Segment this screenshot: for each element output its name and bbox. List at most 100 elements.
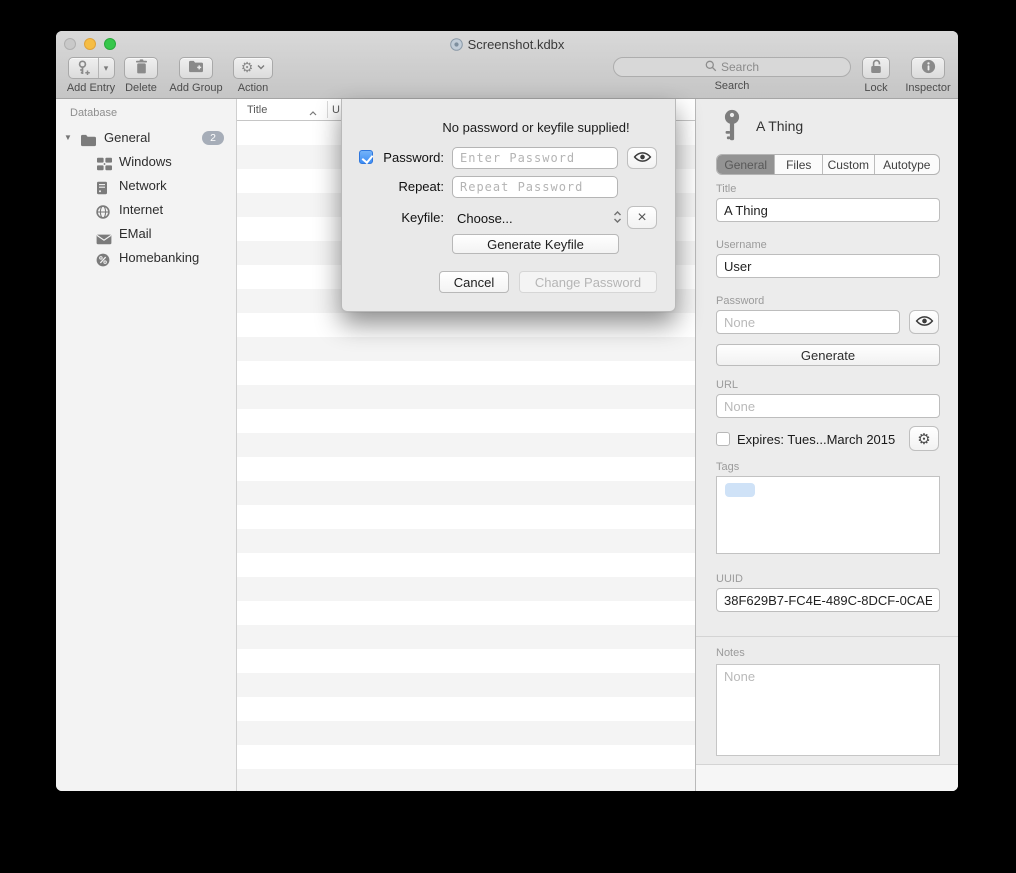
add-group-label: Add Group [169,82,222,94]
tag-token[interactable] [725,483,755,497]
close-x-icon: × [637,210,646,226]
tags-label: Tags [716,461,739,473]
sidebar-item-email[interactable]: EMail [56,222,236,246]
keyfile-selected-value: Choose... [452,211,613,226]
add-entry-button[interactable]: ▾ [68,57,115,79]
action-label: Action [238,82,269,94]
entry-count-badge: 2 [202,131,224,145]
keyfile-popup[interactable]: Choose... [452,207,622,229]
tab-general[interactable]: General [717,155,775,174]
lock-button[interactable] [862,57,890,79]
chevron-down-icon [257,63,265,73]
tags-field[interactable] [716,476,940,554]
reveal-password-button[interactable] [627,147,657,169]
entry-title: A Thing [756,118,803,134]
cancel-button[interactable]: Cancel [439,271,509,293]
gear-icon: ⚙ [917,430,930,448]
search-label: Search [715,80,750,92]
delete-label: Delete [125,82,157,94]
column-header-title[interactable]: Title [247,99,267,121]
expires-label: Expires: Tues...March 2015 [737,432,895,447]
toolbar-search: Search Search [613,57,851,92]
disclosure-triangle-icon[interactable]: ▼ [64,126,72,150]
window-title: Screenshot.kdbx [56,37,958,54]
sidebar-item-windows[interactable]: Windows [56,150,236,174]
sidebar-item-label: Windows [119,150,172,174]
gear-icon: ⚙ [241,60,254,76]
sidebar-item-label: General [104,126,150,150]
toolbar-add-group: Add Group [166,57,226,94]
clear-keyfile-button[interactable]: × [627,206,657,229]
notes-field[interactable] [716,664,940,756]
folder-plus-icon [188,60,204,76]
screenshot-canvas: Screenshot.kdbx ▾ Add Entry [0,0,1016,873]
sidebar: Database ▼ General 2 [56,99,237,791]
keyfile-label: Keyfile: [342,207,444,229]
add-group-button[interactable] [179,57,213,79]
password-input[interactable] [452,147,618,169]
reveal-password-button[interactable] [909,310,939,334]
url-field[interactable] [716,394,940,418]
info-icon [921,59,936,77]
sheet-warning-message: No password or keyfile supplied! [397,120,675,135]
expires-row: Expires: Tues...March 2015 [716,429,895,449]
column-header-username-partial[interactable]: U [332,99,340,121]
uuid-label: UUID [716,573,743,585]
search-input[interactable]: Search [613,57,851,77]
titlebar: Screenshot.kdbx ▾ Add Entry [56,31,958,99]
repeat-label: Repeat: [342,176,444,198]
updown-chevrons-icon [613,210,622,227]
document-icon [450,38,463,54]
title-field-label: Title [716,183,736,195]
sidebar-item-label: EMail [119,222,152,246]
action-button[interactable]: ⚙ [233,57,273,79]
expires-checkbox[interactable] [716,432,730,446]
sidebar-item-label: Network [119,174,167,198]
title-field[interactable] [716,198,940,222]
sidebar-item-internet[interactable]: Internet [56,198,236,222]
expires-settings-button[interactable]: ⚙ [909,426,939,451]
app-window: Screenshot.kdbx ▾ Add Entry [56,31,958,791]
url-field-label: URL [716,379,738,391]
toolbar-lock: Lock [855,57,897,94]
uuid-field[interactable] [716,588,940,612]
sidebar-item-homebanking[interactable]: Homebanking [56,246,236,270]
key-icon [722,109,742,146]
eye-icon [633,151,652,166]
separator [696,636,958,637]
search-icon [705,60,717,75]
trash-icon [135,59,148,77]
inspector-label: Inspector [905,82,950,94]
inspector-panel: A Thing General Files Custom Autotype Ti… [695,99,958,791]
add-entry-dropdown[interactable]: ▾ [98,58,114,78]
tab-autotype[interactable]: Autotype [875,155,939,174]
sidebar-section-header: Database [70,107,117,119]
notes-label: Notes [716,647,745,659]
sidebar-item-general[interactable]: ▼ General 2 [56,126,236,150]
toolbar-add-entry: ▾ Add Entry [65,57,117,94]
inspector-button[interactable] [911,57,945,79]
tab-files[interactable]: Files [775,155,823,174]
percent-circle-icon [96,251,110,275]
inspector-footer [696,765,958,791]
username-field[interactable] [716,254,940,278]
change-password-button[interactable]: Change Password [519,271,657,293]
toolbar-action: ⚙ Action [230,57,276,94]
search-placeholder: Search [721,60,759,74]
repeat-input[interactable] [452,176,618,198]
key-plus-icon [69,58,98,78]
toolbar-delete: Delete [122,57,160,94]
sidebar-item-label: Homebanking [119,246,199,270]
sidebar-item-network[interactable]: Network [56,174,236,198]
generate-password-button[interactable]: Generate [716,344,940,366]
sort-ascending-icon [309,107,317,119]
tab-custom[interactable]: Custom [823,155,875,174]
password-field[interactable] [716,310,900,334]
eye-icon [915,315,934,330]
sidebar-item-label: Internet [119,198,163,222]
lock-label: Lock [864,82,887,94]
delete-button[interactable] [124,57,158,79]
generate-keyfile-button[interactable]: Generate Keyfile [452,234,619,254]
column-divider[interactable] [327,101,328,118]
unlock-icon [869,59,883,77]
